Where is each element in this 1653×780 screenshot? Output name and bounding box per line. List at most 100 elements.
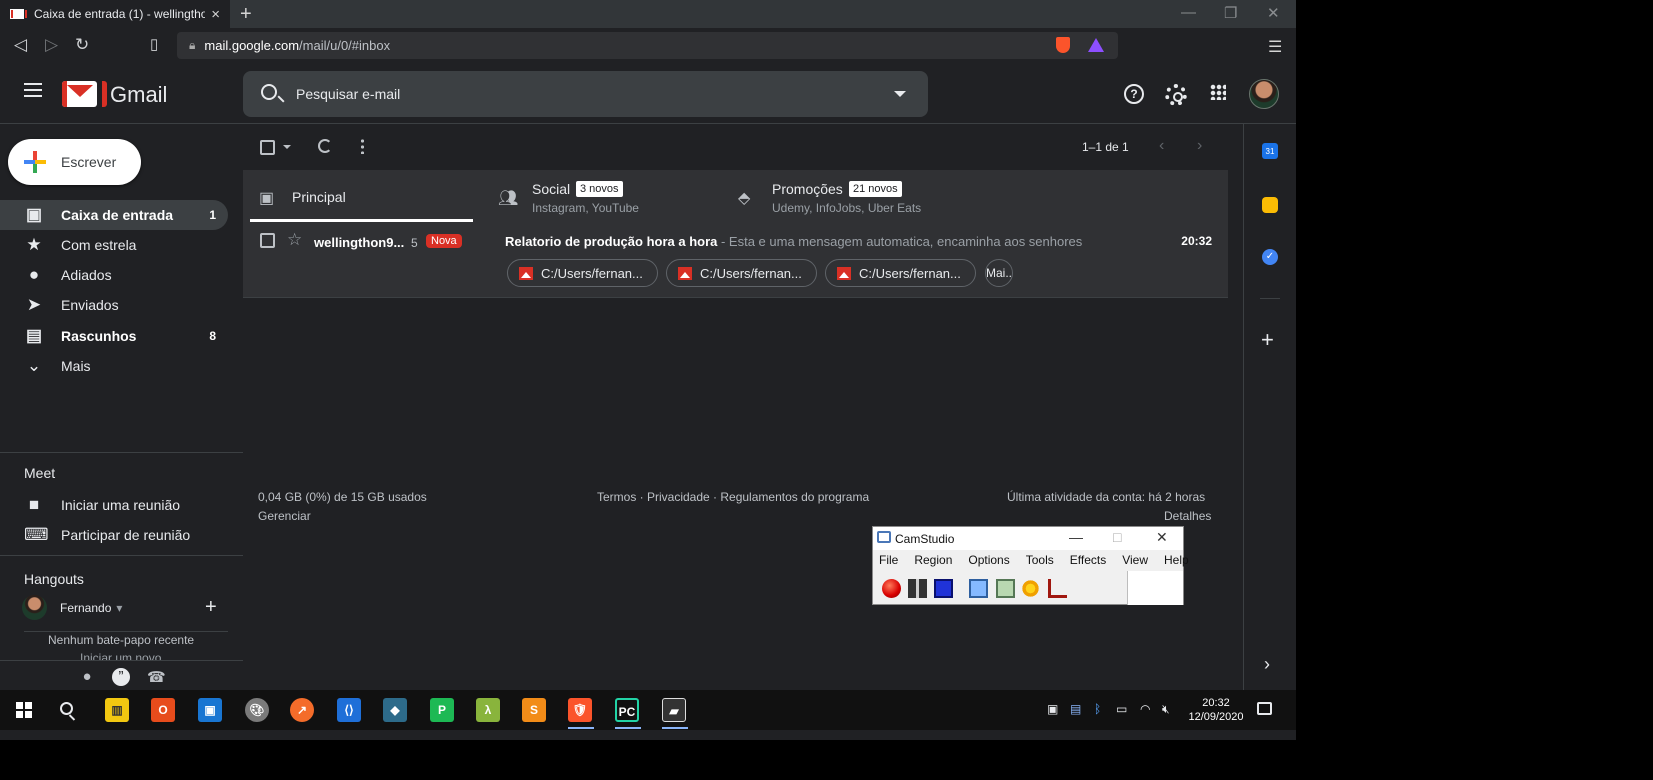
forward-icon[interactable]: ▷ <box>45 35 58 55</box>
office-icon[interactable]: O <box>151 698 175 722</box>
stop-icon[interactable] <box>934 579 953 598</box>
calendar-icon[interactable]: 31 <box>1262 143 1278 159</box>
close-tab-icon[interactable]: × <box>211 6 220 23</box>
minimize-icon[interactable]: — <box>1181 4 1196 21</box>
windows-start-icon[interactable] <box>16 702 32 718</box>
brave-icon[interactable]: 🛡︎ <box>568 698 592 722</box>
attachment-chip[interactable]: C:/Users/fernan... <box>507 259 658 287</box>
show-side-panel-icon[interactable]: › <box>1264 654 1270 675</box>
hangouts-user-selector[interactable]: Fernando ▾ <box>22 595 122 620</box>
keep-icon[interactable] <box>1262 197 1278 213</box>
menu-region[interactable]: Region <box>914 553 952 567</box>
pycharm-edu-icon[interactable]: P <box>430 698 454 722</box>
address-bar[interactable]: 🔒︎ mail.google.com /mail/u/0/#inbox <box>177 32 1118 59</box>
region-icon[interactable] <box>969 579 988 598</box>
tab-social[interactable]: 👥︎ Social 3 novos Instagram, YouTube <box>483 170 713 222</box>
camstudio-close-icon[interactable]: ✕ <box>1156 529 1168 546</box>
attachment-chip[interactable]: C:/Users/fernan... <box>666 259 817 287</box>
effects-sun-icon[interactable] <box>1021 579 1040 598</box>
search-options-icon[interactable] <box>894 91 906 97</box>
select-all-checkbox[interactable] <box>260 140 275 155</box>
settings-gear-icon[interactable] <box>1165 84 1187 106</box>
battery-icon[interactable]: ▭ <box>1116 702 1127 716</box>
brave-rewards-icon[interactable] <box>1088 38 1104 52</box>
back-icon[interactable]: ◁ <box>14 35 27 55</box>
restore-icon[interactable]: ❐ <box>1224 4 1237 22</box>
menu-options[interactable]: Options <box>968 553 1009 567</box>
manage-storage-link[interactable]: Gerenciar <box>258 509 311 523</box>
google-apps-icon[interactable] <box>1210 84 1226 100</box>
attachment-chip[interactable]: C:/Users/fernan... <box>825 259 976 287</box>
volume-muted-icon[interactable]: 🔇︎ <box>1162 702 1170 717</box>
sidebar-item-snoozed[interactable]: ● Adiados <box>0 260 228 290</box>
start-meeting-link[interactable]: ■ Iniciar uma reunião <box>24 495 180 515</box>
previous-page-icon[interactable]: ‹ <box>1159 137 1164 155</box>
tasks-icon[interactable]: ✓ <box>1262 249 1278 265</box>
search-input[interactable]: Pesquisar e-mail <box>243 71 928 117</box>
add-chat-icon[interactable]: + <box>205 596 217 619</box>
sidebar-item-more[interactable]: ⌄ Mais <box>0 351 228 381</box>
pause-icon[interactable] <box>908 579 927 598</box>
join-meeting-link[interactable]: ⌨ Participar de reunião <box>24 525 190 545</box>
get-addons-icon[interactable]: + <box>1261 327 1274 353</box>
camstudio-window[interactable]: CamStudio — □ ✕ File Region Options Tool… <box>872 526 1189 605</box>
bluetooth-icon[interactable]: ᛒ <box>1094 702 1101 716</box>
camstudio-maximize-icon[interactable]: □ <box>1113 529 1121 545</box>
system-clock[interactable]: 20:32 12/09/2020 <box>1186 696 1246 724</box>
wifi-icon[interactable]: ◠ <box>1140 702 1150 716</box>
camstudio-taskbar-icon[interactable]: ▰ <box>662 698 686 722</box>
sublime-icon[interactable]: S <box>522 698 546 722</box>
compose-button[interactable]: Escrever <box>8 139 141 185</box>
record-icon[interactable] <box>882 579 901 598</box>
camstudio-minimize-icon[interactable]: — <box>1069 529 1083 545</box>
menu-help[interactable]: Help <box>1164 553 1189 567</box>
refresh-icon[interactable] <box>318 139 332 153</box>
hangouts-icon[interactable]: ” <box>112 668 130 686</box>
gitkraken-icon[interactable]: ◆ <box>383 698 407 722</box>
account-details-link[interactable]: Detalhes <box>1164 509 1211 523</box>
lambda-app-icon[interactable]: λ <box>476 698 500 722</box>
account-avatar[interactable] <box>1249 79 1279 109</box>
notification-icon[interactable] <box>1257 702 1272 715</box>
menu-file[interactable]: File <box>879 553 898 567</box>
camstudio-titlebar[interactable]: CamStudio — □ ✕ <box>873 527 1183 550</box>
gmail-logo-text[interactable]: Gmail <box>110 82 167 108</box>
sidebar-item-drafts[interactable]: ▤ Rascunhos 8 <box>0 321 228 351</box>
sidebar-item-starred[interactable]: ★ Com estrela <box>0 230 228 260</box>
postman-icon[interactable]: ↗ <box>290 698 314 722</box>
powerbi-icon[interactable]: ▥ <box>105 698 129 722</box>
gmail-logo-icon[interactable] <box>62 81 107 107</box>
more-attachments-chip[interactable]: Mai... <box>985 259 1013 287</box>
search-icon[interactable] <box>261 84 277 100</box>
store-icon[interactable]: ▣ <box>198 698 222 722</box>
browser-menu-icon[interactable]: ☰ <box>1268 37 1282 57</box>
help-icon[interactable]: ? <box>1124 84 1144 104</box>
more-actions-icon[interactable] <box>361 138 364 154</box>
reload-icon[interactable]: ↻ <box>75 35 89 55</box>
active-browser-tab[interactable]: Caixa de entrada (1) - wellingthon × <box>0 0 230 28</box>
tool-icon[interactable] <box>1048 579 1067 598</box>
sidebar-item-sent[interactable]: ➤ Enviados <box>0 290 228 320</box>
bookmark-icon[interactable]: ▯ <box>150 35 158 53</box>
pycharm-icon[interactable]: PC <box>615 698 639 722</box>
brave-shield-icon[interactable] <box>1056 37 1070 53</box>
menu-view[interactable]: View <box>1122 553 1148 567</box>
menu-tools[interactable]: Tools <box>1026 553 1054 567</box>
network-tray-icon[interactable]: ▤ <box>1070 702 1081 716</box>
terms-links[interactable]: Termos · Privacidade · Regulamentos do p… <box>597 490 869 504</box>
new-tab-icon[interactable]: + <box>240 3 252 26</box>
email-checkbox[interactable] <box>260 233 275 248</box>
select-options-icon[interactable] <box>283 145 291 149</box>
contacts-icon[interactable]: ● <box>78 668 96 686</box>
email-list-item[interactable]: ☆ wellingthon9... 5 Nova Relatorio de pr… <box>243 222 1228 298</box>
sidebar-item-inbox[interactable]: ▣ Caixa de entrada 1 <box>0 200 228 230</box>
vscode-icon[interactable]: ⟨⟩ <box>337 698 361 722</box>
menu-effects[interactable]: Effects <box>1070 553 1106 567</box>
close-window-icon[interactable]: ✕ <box>1267 4 1280 22</box>
star-email-icon[interactable]: ☆ <box>287 230 302 250</box>
tab-promocoes[interactable]: ⬘ Promoções 21 novos Udemy, InfoJobs, Ub… <box>723 170 983 222</box>
screen-capture-icon[interactable] <box>996 579 1015 598</box>
next-page-icon[interactable]: › <box>1197 137 1202 155</box>
taskbar-search-icon[interactable] <box>60 702 73 715</box>
paint-icon[interactable]: 🎨︎ <box>245 698 269 722</box>
